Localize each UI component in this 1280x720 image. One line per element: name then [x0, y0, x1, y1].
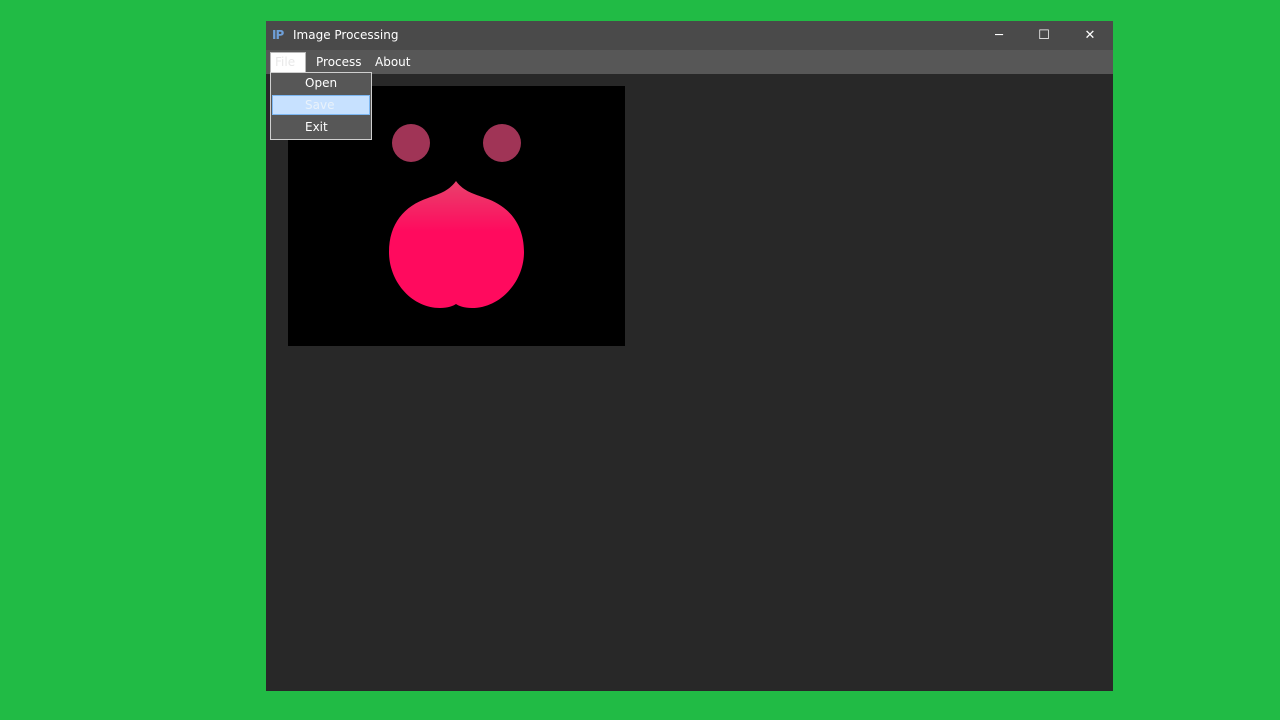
file-dropdown-menu: Open Save Exit [270, 72, 372, 140]
app-window: IP Image Processing ─ ☐ ✕ File Process A… [266, 21, 1113, 691]
menu-file[interactable]: File [270, 52, 306, 73]
menu-process[interactable]: Process [312, 53, 366, 72]
menu-about[interactable]: About [371, 53, 414, 72]
title-bar[interactable]: IP Image Processing ─ ☐ ✕ [266, 21, 1113, 50]
menu-bar: File Process About [266, 50, 1113, 74]
minimize-button[interactable]: ─ [976, 21, 1022, 50]
menu-item-open[interactable]: Open [272, 73, 370, 93]
left-eye-shape [392, 124, 430, 162]
right-eye-shape [483, 124, 521, 162]
menu-item-exit[interactable]: Exit [272, 117, 370, 137]
app-logo-icon: IP [272, 28, 284, 42]
window-title: Image Processing [293, 28, 399, 42]
maximize-icon: ☐ [1038, 28, 1050, 43]
menu-item-save[interactable]: Save [272, 95, 370, 115]
maximize-button[interactable]: ☐ [1021, 21, 1067, 50]
close-button[interactable]: ✕ [1067, 21, 1113, 50]
heart-shape [389, 181, 524, 308]
minimize-icon: ─ [995, 28, 1003, 43]
close-icon: ✕ [1084, 28, 1096, 43]
